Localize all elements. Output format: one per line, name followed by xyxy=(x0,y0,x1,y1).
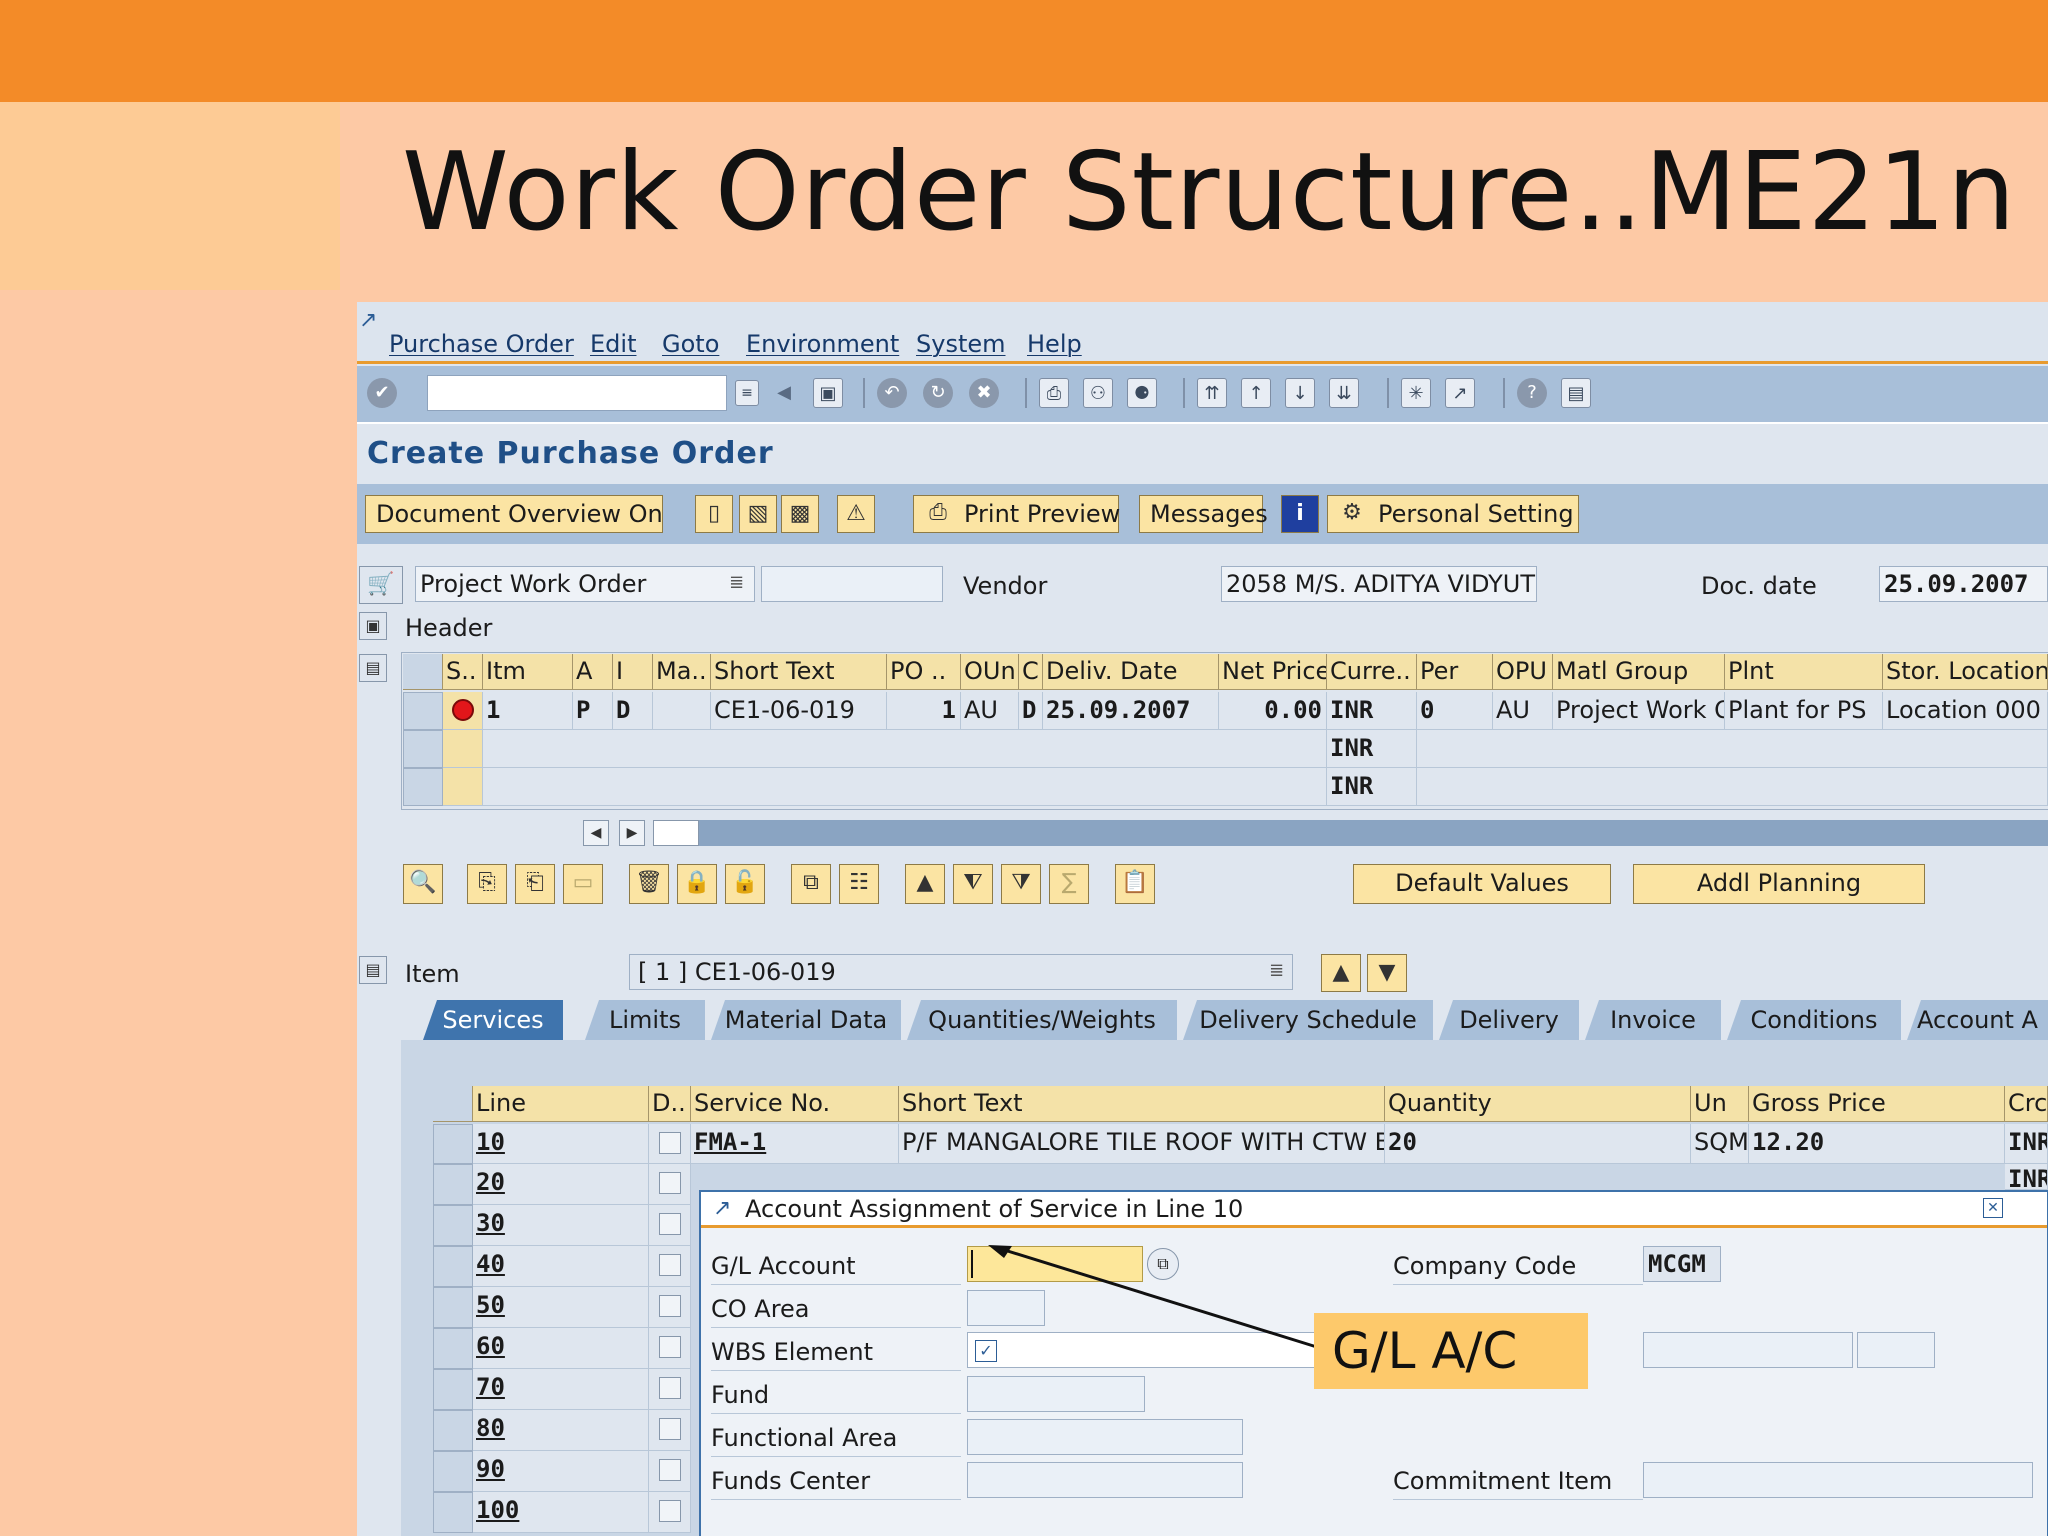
gl-ac-callout: G/L A/C xyxy=(1314,1313,1588,1389)
callout-arrow xyxy=(988,1245,1321,1350)
